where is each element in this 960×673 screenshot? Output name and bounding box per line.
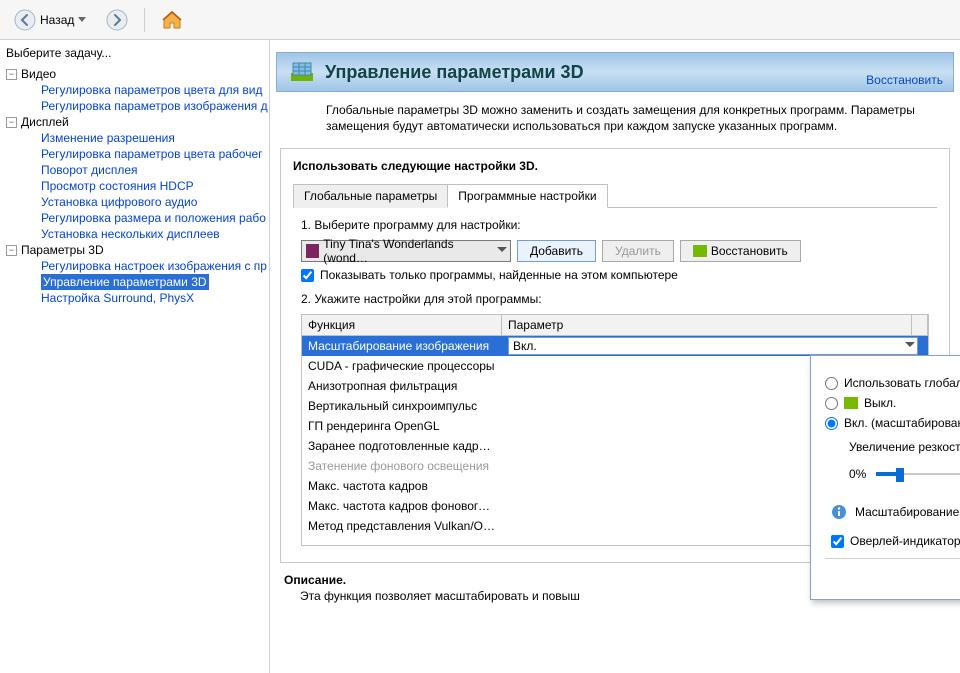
home-button[interactable]	[155, 5, 189, 35]
scaling-popup: Использовать глобальный параметр (Выкл.)…	[810, 355, 960, 600]
nvidia-badge-icon	[844, 397, 858, 409]
slider-min-label: 0%	[849, 467, 866, 481]
collapse-icon[interactable]: −	[6, 245, 17, 256]
task-tree: −Видео Регулировка параметров цвета для …	[6, 66, 269, 306]
radio-on-label: Вкл. (масштабирование и увеличение резко…	[844, 416, 960, 430]
tab-program[interactable]: Программные настройки	[447, 184, 607, 208]
sharpening-slider[interactable]	[876, 464, 960, 484]
func-cell: Затенение фонового освещения	[302, 459, 502, 473]
tree-item[interactable]: Просмотр состояния HDCP	[41, 178, 194, 194]
chevron-down-icon	[905, 342, 915, 348]
remove-button[interactable]: Удалить	[602, 240, 674, 262]
program-select-value: Tiny Tina's Wonderlands (wond…	[323, 237, 492, 265]
tree-item[interactable]: Настройка Surround, PhysX	[41, 290, 194, 306]
col-parameter[interactable]: Параметр	[502, 315, 912, 335]
forward-button[interactable]	[100, 5, 134, 35]
toolbar: Назад	[0, 0, 960, 40]
col-function[interactable]: Функция	[302, 315, 502, 335]
tree-category-display[interactable]: Дисплей	[21, 114, 69, 130]
func-cell: Анизотропная фильтрация	[302, 379, 502, 393]
tree-item[interactable]: Установка нескольких дисплеев	[41, 226, 220, 242]
task-header: Выберите задачу...	[6, 46, 269, 66]
sharpening-label: Увеличение резкости:	[849, 440, 960, 454]
tree-category-3d[interactable]: Параметры 3D	[21, 242, 104, 258]
param-cell: Вкл.	[502, 337, 928, 355]
tree-item[interactable]: Установка цифрового аудио	[41, 194, 197, 210]
back-label: Назад	[40, 13, 74, 27]
group-title: Использовать следующие настройки 3D.	[293, 159, 937, 173]
popup-footer: OK Отмена	[825, 558, 960, 589]
collapse-icon[interactable]: −	[6, 69, 17, 80]
tree-item[interactable]: Поворот дисплея	[41, 162, 138, 178]
back-button[interactable]: Назад	[8, 5, 92, 35]
collapse-icon[interactable]: −	[6, 117, 17, 128]
func-cell: CUDA - графические процессоры	[302, 359, 502, 373]
step2-label: 2. Укажите настройки для этой программы:	[301, 292, 937, 306]
func-cell: Масштабирование изображения	[302, 339, 502, 353]
radio-use-global-label: Использовать глобальный параметр (Выкл.)	[844, 376, 960, 390]
tree-item[interactable]: Изменение разрешения	[41, 130, 175, 146]
scroll-header	[912, 315, 928, 335]
info-text: Масштабирование разрешения включено	[855, 505, 960, 519]
restore-button[interactable]: Восстановить	[680, 240, 801, 262]
overlay-indicator-checkbox[interactable]	[831, 535, 844, 548]
tree-item[interactable]: Регулировка параметров цвета рабочег	[41, 146, 263, 162]
func-cell: Метод представления Vulkan/OpenGL	[302, 519, 502, 533]
page-banner: Управление параметрами 3D Восстановить	[276, 52, 954, 92]
func-cell: Макс. частота кадров фонового прило...	[302, 499, 502, 513]
tree-item[interactable]: Регулировка параметров цвета для вид	[41, 82, 262, 98]
tree-item-selected[interactable]: Управление параметрами 3D	[41, 274, 209, 290]
tabstrip: Глобальные параметры Программные настрой…	[293, 183, 937, 208]
home-icon	[161, 9, 183, 31]
nvidia-badge-icon	[693, 245, 707, 257]
show-only-installed-checkbox[interactable]	[301, 269, 314, 282]
content-area: Управление параметрами 3D Восстановить Г…	[270, 40, 960, 673]
func-cell: Макс. частота кадров	[302, 479, 502, 493]
show-only-installed-label: Показывать только программы, найденные н…	[320, 268, 678, 282]
program-select[interactable]: Tiny Tina's Wonderlands (wond…	[301, 240, 511, 262]
tab-global[interactable]: Глобальные параметры	[293, 184, 448, 208]
chevron-down-icon	[497, 247, 507, 253]
func-cell: Заранее подготовленные кадры вирту...	[302, 439, 502, 453]
param-dropdown[interactable]: Вкл.	[508, 337, 918, 355]
step1-label: 1. Выберите программу для настройки:	[301, 218, 937, 232]
separator	[144, 8, 145, 32]
tree-item[interactable]: Регулировка размера и положения рабо	[41, 210, 266, 226]
info-icon	[831, 504, 847, 520]
func-cell: Вертикальный синхроимпульс	[302, 399, 502, 413]
page-description: Глобальные параметры 3D можно заменить и…	[276, 102, 954, 134]
radio-off-label: Выкл.	[864, 396, 896, 410]
tree-item[interactable]: Регулировка параметров изображения д	[41, 98, 268, 114]
nvidia-3d-icon	[287, 57, 317, 87]
table-row[interactable]: Масштабирование изображения Вкл.	[302, 336, 928, 356]
program-icon	[306, 244, 319, 258]
add-button[interactable]: Добавить	[517, 240, 596, 262]
sidebar: Выберите задачу... −Видео Регулировка па…	[0, 40, 270, 673]
overlay-indicator-label: Оверлей-индикатор	[850, 534, 960, 548]
chevron-down-icon	[78, 17, 86, 23]
radio-on[interactable]	[825, 417, 838, 430]
page-title: Управление параметрами 3D	[325, 62, 584, 83]
tree-item[interactable]: Регулировка настроек изображения с пр	[41, 258, 267, 274]
func-cell: ГП рендеринга OpenGL	[302, 419, 502, 433]
radio-off[interactable]	[825, 397, 838, 410]
restore-defaults-link[interactable]: Восстановить	[866, 73, 943, 87]
tree-category-video[interactable]: Видео	[21, 66, 56, 82]
radio-use-global[interactable]	[825, 377, 838, 390]
table-header: Функция Параметр	[302, 315, 928, 336]
